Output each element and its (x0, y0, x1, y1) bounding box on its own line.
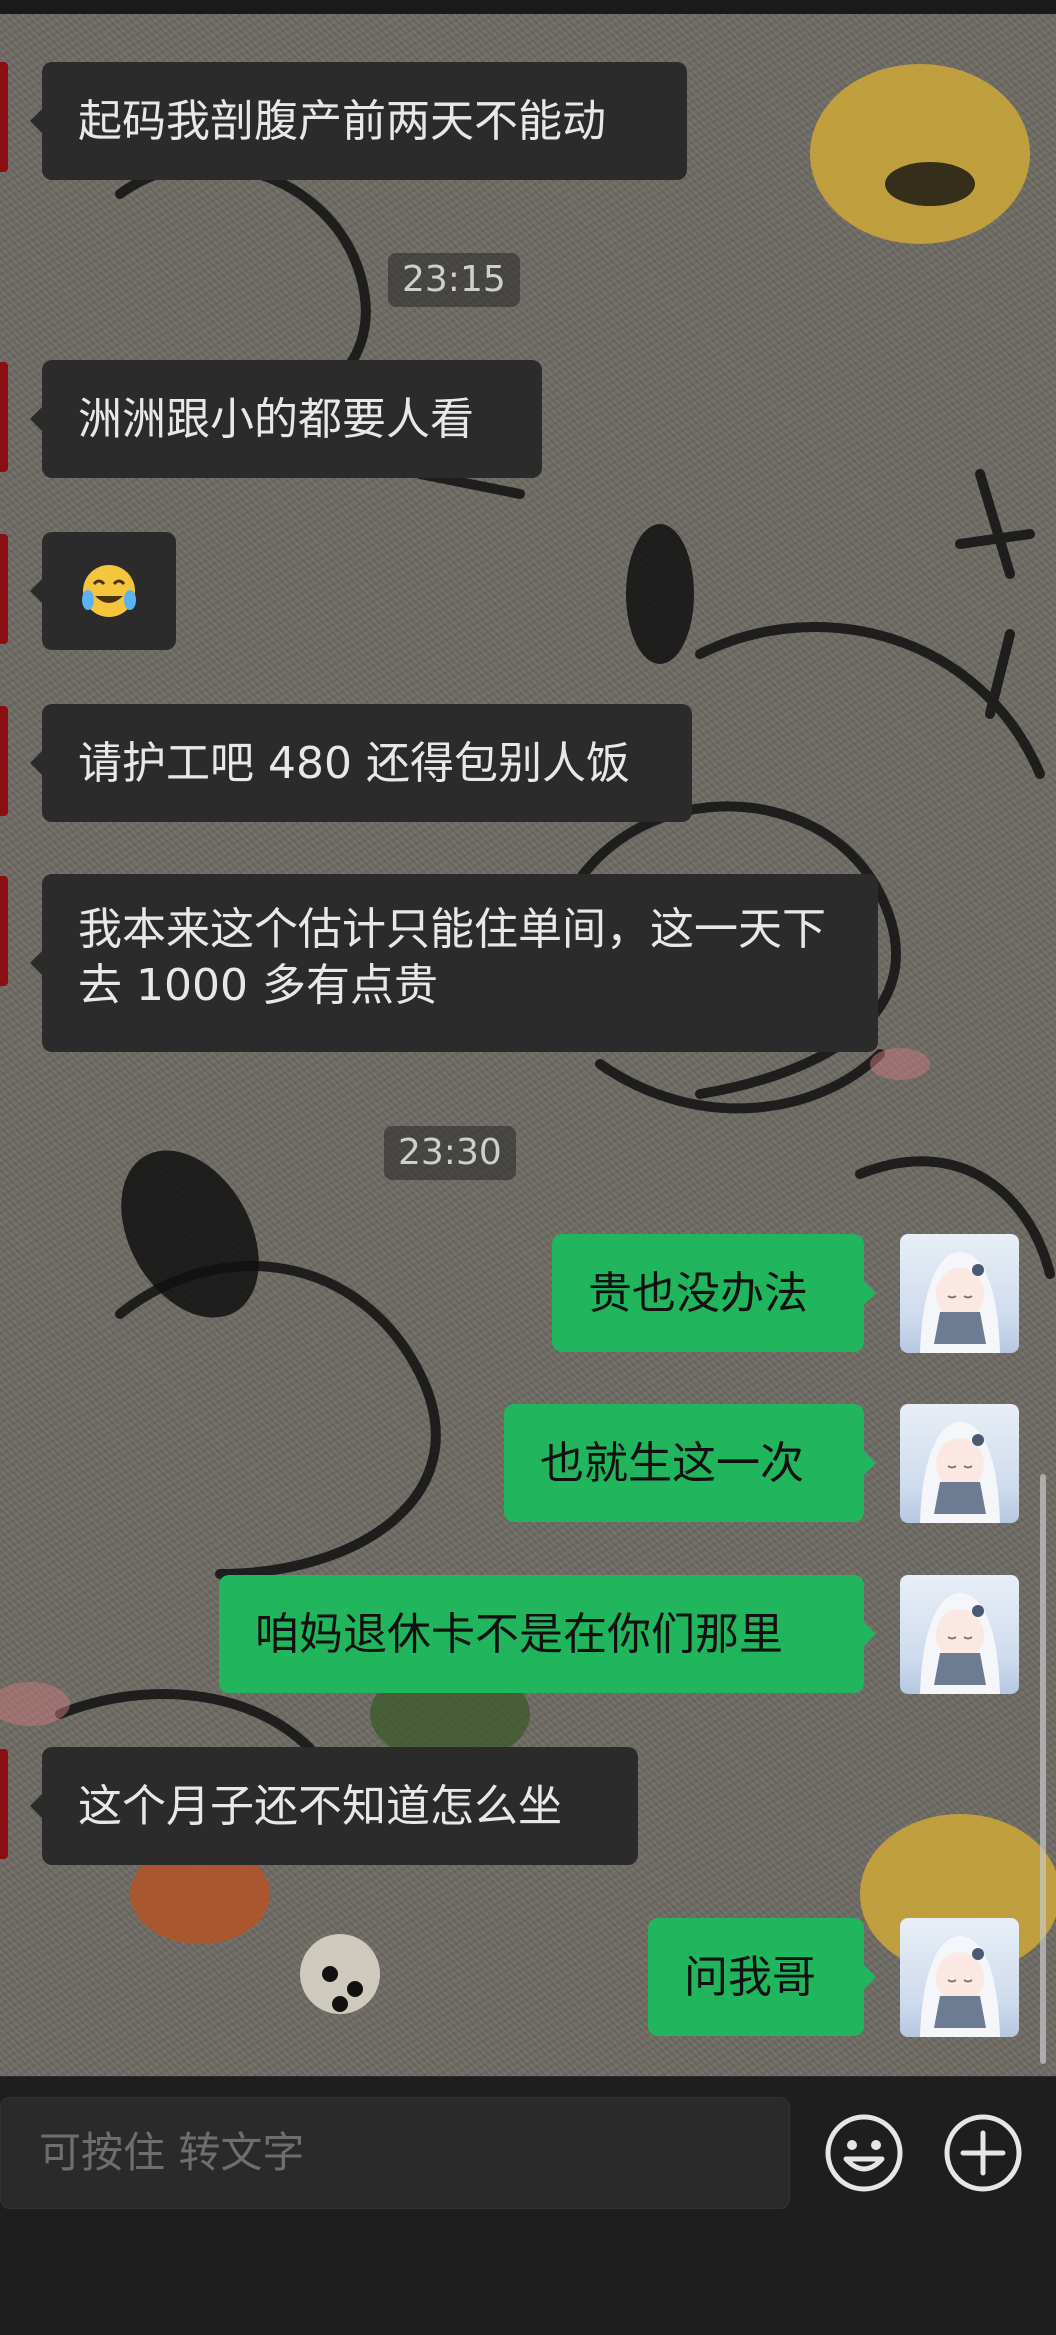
outgoing-message[interactable]: 也就生这一次 (504, 1404, 876, 1522)
plus-circle-icon[interactable] (941, 2111, 1025, 2195)
outgoing-message[interactable]: 咱妈退休卡不是在你们那里 (219, 1575, 876, 1693)
message-text: 请护工吧 480 还得包别人饭 (78, 738, 630, 789)
input-placeholder: 可按住 转文字 (39, 2128, 305, 2177)
message-text: 咱妈退休卡不是在你们那里 (255, 1609, 783, 1660)
anime-girl-avatar-icon (920, 1593, 1000, 1694)
message-text: 起码我剖腹产前两天不能动 (78, 96, 606, 147)
my-avatar[interactable] (900, 1404, 1019, 1523)
anime-girl-avatar-icon (920, 1936, 1000, 2037)
incoming-message[interactable] (30, 532, 176, 650)
anime-girl-avatar-icon (920, 1422, 1000, 1523)
outgoing-message[interactable]: 贵也没办法 (552, 1234, 876, 1352)
timestamp: 23:15 (388, 253, 520, 307)
voice-input-field[interactable]: 可按住 转文字 (0, 2097, 790, 2209)
contact-avatar-edge[interactable] (0, 534, 8, 644)
smiley-icon[interactable] (822, 2111, 906, 2195)
incoming-message[interactable]: 起码我剖腹产前两天不能动 (30, 62, 687, 180)
message-text: 也就生这一次 (540, 1438, 804, 1489)
contact-avatar-edge[interactable] (0, 62, 8, 172)
my-avatar[interactable] (900, 1234, 1019, 1353)
timestamp-text: 23:15 (402, 259, 506, 300)
message-list[interactable]: 起码我剖腹产前两天不能动 23:15 洲洲跟小的都要人看 请护工吧 480 还得… (0, 14, 1056, 2076)
incoming-message[interactable]: 请护工吧 480 还得包别人饭 (30, 704, 692, 822)
incoming-message[interactable]: 洲洲跟小的都要人看 (30, 360, 542, 478)
outgoing-message[interactable]: 问我哥 (648, 1918, 876, 2036)
scrollbar[interactable] (1040, 1474, 1046, 2064)
contact-avatar-edge[interactable] (0, 362, 8, 472)
crying-laughing-emoji-icon (82, 565, 136, 617)
incoming-message[interactable]: 这个月子还不知道怎么坐 (30, 1747, 638, 1865)
my-avatar[interactable] (900, 1575, 1019, 1694)
contact-avatar-edge[interactable] (0, 1749, 8, 1859)
message-text: 这个月子还不知道怎么坐 (78, 1781, 562, 1832)
status-bar-strip (0, 0, 1056, 14)
contact-avatar-edge[interactable] (0, 706, 8, 816)
message-text: 贵也没办法 (588, 1268, 808, 1319)
message-text: 洲洲跟小的都要人看 (78, 394, 474, 445)
message-text: 问我哥 (684, 1952, 816, 2003)
message-text: 我本来这个估计只能住单间，这一天下去 1000 多有点贵 (78, 904, 826, 1011)
incoming-message[interactable]: 我本来这个估计只能住单间，这一天下去 1000 多有点贵 (30, 874, 878, 1052)
timestamp-text: 23:30 (398, 1132, 502, 1173)
anime-girl-avatar-icon (920, 1252, 1000, 1353)
input-bar: 可按住 转文字 (0, 2076, 1056, 2335)
chat-screen: 起码我剖腹产前两天不能动 23:15 洲洲跟小的都要人看 请护工吧 480 还得… (0, 0, 1056, 2335)
contact-avatar-edge[interactable] (0, 876, 8, 986)
my-avatar[interactable] (900, 1918, 1019, 2037)
timestamp: 23:30 (384, 1126, 516, 1180)
